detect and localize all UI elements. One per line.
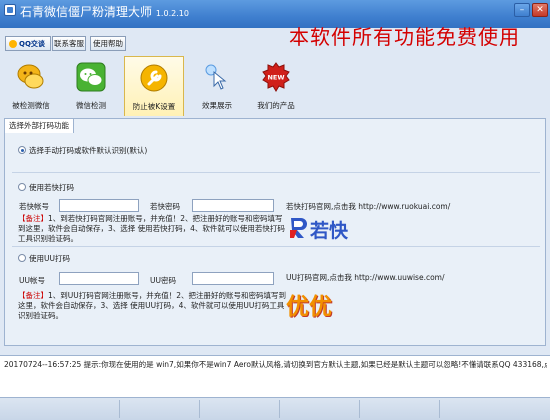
uu-site-link[interactable]: UU打码官网,点击我 http://www.uuwise.com/ <box>286 272 445 283</box>
promo-text: 本软件所有功能免费使用 <box>289 25 520 49</box>
uu-logo-text: 优优 <box>286 293 332 320</box>
toolbar-label: 效果展示 <box>202 101 232 110</box>
note-prefix: 【备注】 <box>18 214 48 223</box>
ruokuai-password-input[interactable] <box>192 199 274 212</box>
window-title: 石青微信僵尸粉清理大师 1.0.2.10 <box>20 5 189 19</box>
toolbar-item-our-products[interactable]: NEW 我们的产品 <box>250 56 302 116</box>
qq-logo-icon <box>9 40 17 48</box>
status-message: 20170724--16:57:25 提示:你现在使用的是 win7,如果你不是… <box>4 360 547 369</box>
toolbar-item-anti-k-settings[interactable]: 防止被K设置 <box>124 56 184 116</box>
new-badge-icon: NEW <box>262 62 290 92</box>
ruokuai-note: 【备注】1、到若快打码官网注册账号，并充值！2、把注册好的账号和密码填写到这里，… <box>18 214 288 244</box>
minimize-button[interactable]: – <box>514 3 530 17</box>
uu-label: 使用UU打码 <box>29 254 70 263</box>
toolbar-item-wechat-check[interactable]: 微信检测 <box>66 56 116 116</box>
version-label: 1.0.2.10 <box>155 9 189 18</box>
ruokuai-password-label: 若快密码 <box>150 202 180 211</box>
app-icon <box>4 4 16 16</box>
toolbar-label: 我们的产品 <box>257 101 295 110</box>
note-body: 1、到若快打码官网注册账号，并充值！2、把注册好的账号和密码填写到这里，软件会自… <box>18 214 285 243</box>
help-button[interactable]: 使用帮助 <box>90 36 126 51</box>
uu-password-input[interactable] <box>192 272 274 285</box>
status-cell <box>120 400 200 418</box>
svg-text:NEW: NEW <box>267 74 284 82</box>
tab-external-captcha[interactable]: 选择外部打码功能 <box>4 118 74 133</box>
qq-chat-label: QQ交谈 <box>19 40 45 48</box>
status-log: 20170724--16:57:25 提示:你现在使用的是 win7,如果你不是… <box>0 355 550 397</box>
toolbar-item-effect-demo[interactable]: 效果展示 <box>192 56 242 116</box>
status-cell <box>360 400 440 418</box>
uu-radio[interactable] <box>18 254 26 262</box>
status-cell <box>0 400 120 418</box>
uu-logo: 优优 <box>286 287 356 320</box>
ruokuai-logo-text: 若快 <box>310 220 349 242</box>
note-prefix: 【备注】 <box>18 291 48 300</box>
wrench-icon <box>140 64 168 92</box>
bottom-status-bar <box>0 397 550 420</box>
toolbar-label: 被检测微信 <box>12 101 50 110</box>
ruokuai-radio[interactable] <box>18 183 26 191</box>
ruokuai-account-input[interactable] <box>59 199 139 212</box>
manual-captcha-label: 选择手动打码或软件默认识别(默认) <box>29 146 148 155</box>
chat-bubbles-icon <box>17 64 44 89</box>
ruokuai-logo: 若快 <box>288 215 356 242</box>
divider <box>12 246 540 247</box>
uu-account-input[interactable] <box>59 272 139 285</box>
divider <box>12 172 540 173</box>
note-body: 1、到UU打码官网注册账号，并充值！2、把注册好的账号和密码填写到这里，软件会自… <box>18 291 287 320</box>
wechat-icon <box>76 62 106 92</box>
status-cell <box>440 400 550 418</box>
ruokuai-label: 使用若快打码 <box>29 183 74 192</box>
manual-captcha-radio[interactable] <box>18 146 26 154</box>
pointer-hand-icon <box>205 64 227 90</box>
uu-account-label: UU帐号 <box>19 276 45 285</box>
ruokuai-account-label: 若快帐号 <box>19 202 49 211</box>
contact-support-button[interactable]: 联系客服 <box>52 36 86 51</box>
uu-note: 【备注】1、到UU打码官网注册账号，并充值！2、把注册好的账号和密码填写到这里，… <box>18 291 288 321</box>
uu-password-label: UU密码 <box>150 276 176 285</box>
ruokuai-site-link[interactable]: 若快打码官网,点击我 http://www.ruokuai.com/ <box>286 201 450 212</box>
toolbar-label: 防止被K设置 <box>132 102 176 111</box>
status-cell <box>200 400 280 418</box>
status-cell <box>280 400 360 418</box>
close-button[interactable]: ✕ <box>532 3 548 17</box>
toolbar-label: 微信检测 <box>76 101 106 110</box>
toolbar-item-detected-wechat[interactable]: 被检测微信 <box>6 56 56 116</box>
qq-chat-button[interactable]: QQ交谈 <box>5 36 51 51</box>
